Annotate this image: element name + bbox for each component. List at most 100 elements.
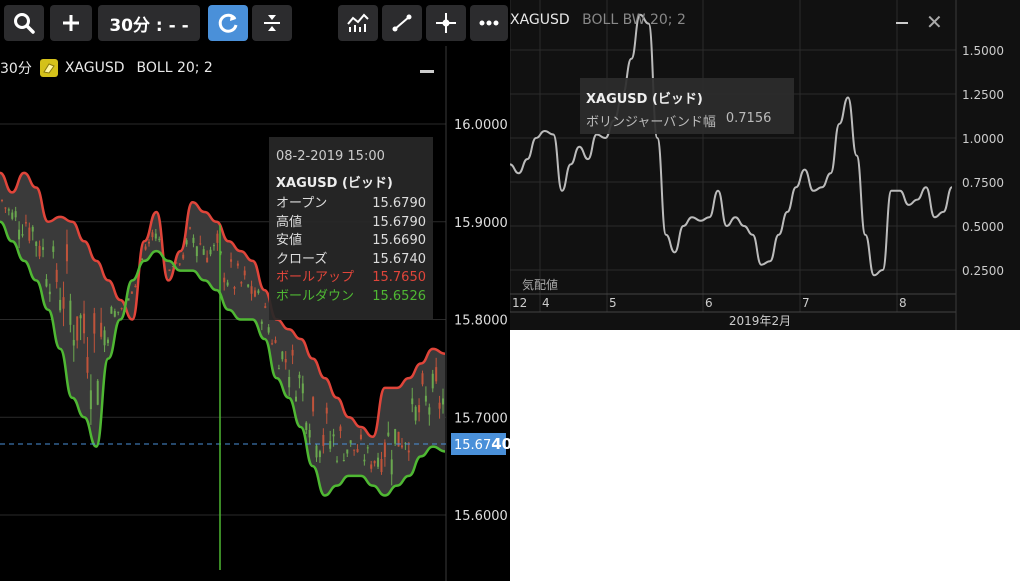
- candle-body: [267, 327, 270, 333]
- candle-body: [243, 270, 246, 276]
- candle-body: [168, 269, 171, 272]
- x-axis-title: 2019年2月: [729, 314, 791, 328]
- candle-body: [59, 299, 62, 311]
- candle-body: [212, 245, 215, 247]
- indicator-label: BOLL 20; 2: [136, 60, 213, 76]
- tooltip-datetime: 08-2-2019 15:00: [276, 149, 385, 164]
- candle-body: [96, 380, 99, 405]
- x-tick-label: 7: [802, 296, 810, 310]
- sub-chart-panel: 1.5000 1.2500 1.0000 0.7500 0.5000 0.2500 12 4…: [510, 0, 1020, 330]
- close-icon[interactable]: ✕: [926, 12, 943, 32]
- candle-body: [230, 259, 233, 262]
- current-price-tag: 15.6740: [451, 433, 512, 455]
- candle-body: [21, 234, 24, 236]
- candle-body: [284, 359, 287, 363]
- candle-body: [277, 368, 280, 370]
- candle-body: [250, 286, 253, 294]
- tooltip-title: XAGUSD (ビッド): [276, 176, 393, 191]
- candle-body: [438, 402, 441, 409]
- y-tick-label: 1.0000: [962, 132, 1004, 146]
- y-tick-label: 15.8000: [454, 314, 508, 329]
- axis-note: 気配値: [522, 277, 558, 292]
- candle-body: [424, 395, 427, 402]
- tooltip-row-label: 高値: [276, 214, 303, 230]
- candle-body: [377, 457, 380, 467]
- candle-body: [325, 407, 328, 414]
- x-tick-label: 8: [899, 296, 907, 310]
- tooltip-row-label: オープン: [276, 196, 328, 211]
- candle-body: [154, 233, 157, 239]
- candle-body: [394, 429, 397, 444]
- candle-body: [387, 432, 390, 436]
- candle-body: [42, 247, 45, 250]
- tooltip-row: 高値 15.6790: [276, 214, 426, 233]
- tooltip-row-value: 15.7650: [372, 270, 426, 285]
- candle-body: [185, 240, 188, 245]
- bw-tooltip-value: 0.7156: [725, 111, 772, 126]
- candle-body: [178, 263, 181, 265]
- candle-body: [209, 249, 212, 255]
- candle-body: [373, 460, 376, 464]
- candle-body: [295, 396, 297, 402]
- tooltip-row: クローズ 15.6740: [276, 251, 426, 270]
- y-tick-label: 1.5000: [962, 44, 1004, 58]
- crosshair-icon: [436, 13, 456, 33]
- candle-body: [45, 279, 48, 287]
- candle-body: [1, 199, 3, 201]
- candle-body: [418, 405, 421, 413]
- add-button[interactable]: [50, 5, 92, 41]
- candle-body: [83, 313, 86, 334]
- candle-body: [349, 440, 352, 444]
- candle-body: [65, 244, 68, 262]
- minimize-icon[interactable]: [420, 70, 434, 73]
- candle-body: [113, 311, 116, 317]
- tooltip-row-value: 15.6790: [372, 196, 426, 211]
- tooltip-row-label: ボールダウン: [276, 288, 355, 304]
- candle-body: [271, 343, 274, 345]
- tooltip-row-label: 安値: [276, 233, 303, 248]
- candle-body: [407, 450, 410, 453]
- timeframe-button[interactable]: 30分 : - -: [98, 5, 200, 41]
- y-tick-label: 1.2500: [962, 88, 1004, 102]
- more-button[interactable]: [470, 5, 508, 41]
- indicator-button[interactable]: [338, 5, 378, 41]
- candle-body: [158, 238, 161, 240]
- candle-body: [127, 298, 130, 301]
- crosshair-button[interactable]: [426, 5, 466, 41]
- tooltip-row-label: クローズ: [276, 251, 328, 267]
- sub-chart-header: XAGUSD BOLL BW 20; 2: [510, 12, 686, 28]
- sub-chart[interactable]: 1.5000 1.2500 1.0000 0.7500 0.5000 0.2500 12 4…: [510, 0, 1020, 330]
- main-chart[interactable]: 16.0000 15.9000 15.8000 15.7000 15.6000: [0, 0, 510, 581]
- candle-body: [421, 373, 424, 385]
- candle-body: [202, 249, 205, 255]
- candle-body: [253, 290, 256, 297]
- candle-body: [110, 306, 113, 314]
- candle-body: [383, 442, 386, 458]
- line-draw-button[interactable]: [382, 5, 422, 41]
- tooltip-row-value: 15.6690: [372, 233, 426, 248]
- sub-instrument: XAGUSD: [510, 12, 570, 28]
- tooltip-row-value: 15.6740: [372, 251, 426, 267]
- candle-body: [48, 291, 51, 295]
- candle-body: [216, 233, 219, 243]
- split-icon: [264, 15, 280, 31]
- refresh-button[interactable]: [208, 5, 248, 41]
- candle-body: [274, 340, 277, 343]
- tooltip-row: オープン 15.6790: [276, 195, 426, 214]
- candle-body: [301, 383, 304, 394]
- candle-body: [359, 434, 362, 440]
- candle-body: [291, 349, 294, 356]
- candle-body: [86, 357, 89, 373]
- x-tick-label: 4: [542, 296, 550, 310]
- candle-body: [35, 241, 38, 246]
- candle-body: [260, 321, 263, 324]
- sub-minimize-icon[interactable]: [896, 22, 908, 24]
- toolbar: 30分 : - -: [0, 0, 510, 46]
- line-draw-icon: [392, 14, 412, 32]
- bandwidth-line: [510, 13, 953, 277]
- candle-body: [7, 209, 10, 211]
- candle-body: [336, 460, 339, 462]
- candle-body: [226, 282, 229, 286]
- split-button[interactable]: [252, 5, 292, 41]
- search-button[interactable]: [4, 5, 44, 41]
